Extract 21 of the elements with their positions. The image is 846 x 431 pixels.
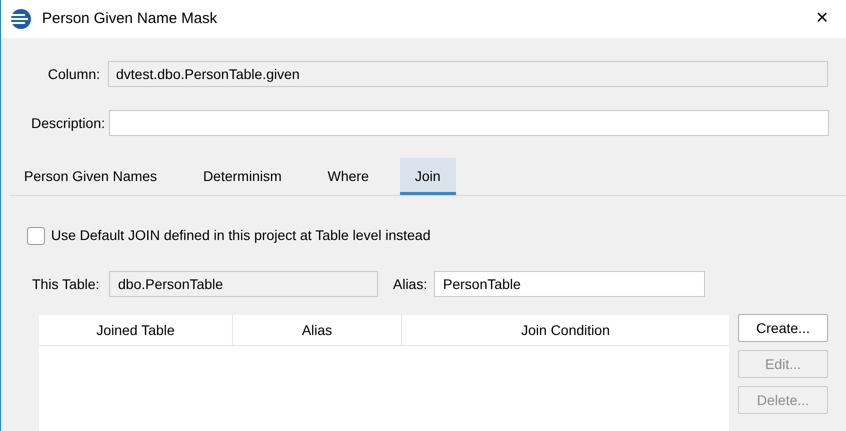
column-header[interactable]: Alias bbox=[233, 315, 402, 345]
column-header[interactable]: Joined Table bbox=[39, 315, 233, 345]
description-field[interactable] bbox=[109, 110, 829, 136]
alias-field[interactable]: PersonTable bbox=[434, 271, 705, 297]
column-header[interactable]: Join Condition bbox=[402, 315, 729, 345]
tab[interactable]: Where bbox=[312, 158, 384, 195]
checkbox-label: Use Default JOIN defined in this project at Table level instead bbox=[51, 226, 431, 245]
tab[interactable]: Determinism bbox=[188, 158, 297, 195]
description-label: Description: bbox=[30, 114, 105, 133]
tab[interactable]: Person Given Names bbox=[9, 158, 172, 195]
column-field[interactable]: dvtest.dbo.PersonTable.given bbox=[108, 61, 828, 87]
window-title: Person Given Name Mask bbox=[42, 8, 218, 29]
column-label: Column: bbox=[46, 64, 101, 84]
this-table-field[interactable]: dbo.PersonTable bbox=[109, 271, 378, 297]
action-button[interactable]: Create... bbox=[738, 314, 828, 342]
close-button[interactable]: ✕ bbox=[810, 7, 834, 31]
tab[interactable]: Join bbox=[400, 158, 456, 195]
this-table-label: This Table: bbox=[32, 274, 100, 294]
checkbox[interactable] bbox=[27, 226, 45, 244]
logo-icon bbox=[11, 9, 31, 29]
alias-label: Alias: bbox=[393, 274, 428, 294]
